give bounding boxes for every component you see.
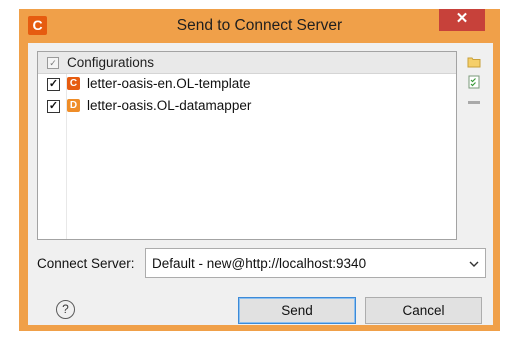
close-button[interactable]: ✕: [439, 9, 485, 31]
list-item[interactable]: ✓ D letter-oasis.OL-datamapper: [38, 97, 456, 117]
send-button[interactable]: Send: [238, 297, 356, 324]
list-item-label: letter-oasis-en.OL-template: [87, 76, 251, 91]
configurations-list: ✓ Configurations ✓ C letter-oasis-en.OL-…: [37, 51, 457, 240]
send-to-connect-server-dialog: C Send to Connect Server ✕ ✓ Configurati…: [19, 9, 500, 331]
title-bar[interactable]: C Send to Connect Server ✕: [19, 9, 500, 42]
help-icon[interactable]: ?: [56, 300, 75, 319]
connect-server-label: Connect Server:: [37, 256, 135, 271]
template-file-icon: C: [67, 77, 80, 90]
chevron-down-icon: [468, 257, 480, 269]
list-header: ✓ Configurations: [38, 52, 456, 74]
remove-icon[interactable]: [467, 95, 481, 109]
datamapper-file-icon: D: [67, 99, 80, 112]
item-checkbox[interactable]: ✓: [47, 78, 60, 91]
item-checkbox[interactable]: ✓: [47, 100, 60, 113]
cancel-button[interactable]: Cancel: [365, 297, 482, 324]
list-item-label: letter-oasis.OL-datamapper: [87, 98, 252, 113]
connect-server-value: Default - new@http://localhost:9340: [152, 256, 367, 271]
checklist-icon[interactable]: [467, 75, 481, 89]
connect-server-select[interactable]: Default - new@http://localhost:9340: [145, 248, 486, 278]
dialog-title: Send to Connect Server: [176, 17, 343, 34]
dialog-body: ✓ Configurations ✓ C letter-oasis-en.OL-…: [28, 43, 493, 325]
folder-icon[interactable]: [467, 55, 481, 69]
select-all-checkbox[interactable]: ✓: [47, 57, 59, 69]
column-divider: [66, 74, 67, 239]
list-header-label: Configurations: [67, 55, 155, 70]
list-item[interactable]: ✓ C letter-oasis-en.OL-template: [38, 75, 456, 95]
